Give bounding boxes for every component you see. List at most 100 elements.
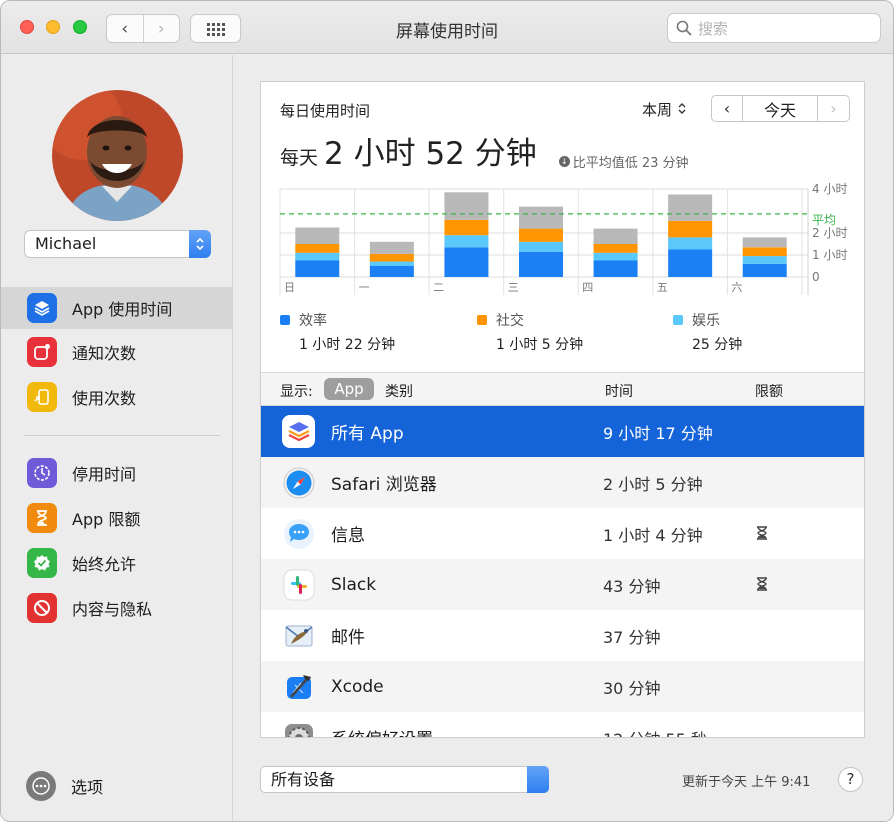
table-row[interactable]: 系统偏好设置 12 分钟 55 秒: [261, 712, 864, 738]
y-tick-label: 2 小时: [812, 226, 847, 240]
app-name: 系统偏好设置: [331, 725, 433, 737]
column-limit[interactable]: 限额: [755, 381, 783, 401]
comparison-text: 比平均值低 23 分钟: [572, 156, 689, 171]
bar-segment: [668, 237, 713, 250]
chevron-updown-icon: [527, 766, 549, 793]
period-select[interactable]: 本周: [642, 99, 687, 120]
system-preferences-icon: [282, 721, 315, 737]
bar-segment: [519, 241, 563, 252]
downtime-icon: [27, 458, 57, 488]
table-row[interactable]: 信息 1 小时 4 分钟: [261, 508, 864, 559]
arrow-down-circle-icon: ↓: [558, 156, 570, 167]
hourglass-icon: [757, 577, 767, 591]
average-value: 2 小时 52 分钟: [324, 136, 537, 172]
sidebar-item-content-privacy[interactable]: 内容与隐私: [1, 587, 232, 629]
hourglass-icon: [757, 526, 767, 540]
previous-week-button[interactable]: ‹: [711, 95, 743, 122]
table-row[interactable]: Safari 浏览器 2 小时 5 分钟: [261, 457, 864, 508]
legend-label: 效率: [299, 313, 327, 329]
x-tick-label: 二: [433, 281, 444, 294]
search-field[interactable]: 搜索: [667, 13, 881, 43]
bar-segment: [742, 247, 787, 257]
slack-icon: [282, 568, 315, 601]
daily-average: 每天 2 小时 52 分钟 ↓ 比平均值低 23 分钟: [280, 128, 689, 173]
table-row[interactable]: 邮件 37 分钟: [261, 610, 864, 661]
legend-item-entertainment: 娱乐: [673, 310, 720, 330]
bar-segment: [593, 260, 638, 277]
sidebar-item-label: App 限额: [72, 510, 141, 529]
bar-segment: [444, 219, 489, 236]
bar-segment: [593, 228, 638, 244]
x-tick-label: 日: [284, 281, 295, 294]
bar-segment: [295, 252, 340, 261]
options-label: 选项: [71, 778, 104, 797]
legend-label: 社交: [496, 313, 524, 329]
x-tick-label: 五: [657, 281, 668, 294]
app-name: 所有 App: [331, 424, 404, 444]
chevron-updown-icon: [189, 230, 211, 258]
bar-segment: [444, 247, 489, 277]
app-name: Xcode: [331, 676, 384, 697]
bar-segment: [593, 244, 638, 253]
x-tick-label: 三: [508, 281, 519, 294]
column-time[interactable]: 时间: [605, 381, 633, 401]
sidebar-item-notifications[interactable]: 通知次数: [1, 331, 232, 373]
sidebar-item-label: 通知次数: [72, 344, 137, 363]
bar-segment: [742, 263, 787, 277]
chevron-updown-icon: [678, 103, 686, 114]
sidebar-item-label: 始终允许: [72, 555, 137, 574]
app-time: 1 小时 4 分钟: [603, 525, 703, 545]
y-tick-label: 0: [812, 270, 820, 284]
legend-item-productivity: 效率: [280, 310, 327, 330]
bar-segment: [519, 228, 563, 242]
screen-time-window: ‹ › 屏幕使用时间 搜索 Michael App 使用时间 通知次数 使用次数…: [0, 0, 894, 822]
sidebar-item-app-usage[interactable]: App 使用时间: [1, 287, 232, 329]
date-navigator: ‹ 今天 ›: [711, 95, 850, 122]
segment-category[interactable]: 类别: [385, 381, 413, 401]
sidebar-item-pickups[interactable]: 使用次数: [1, 376, 232, 418]
main-content: 每日使用时间 本周 ‹ 今天 › 每天 2 小时 52 分钟 ↓ 比平均值低 2…: [234, 55, 893, 821]
table-row[interactable]: Slack 43 分钟: [261, 559, 864, 610]
period-label: 本周: [642, 101, 673, 119]
all-apps-icon: [282, 415, 315, 448]
user-select[interactable]: Michael: [24, 230, 211, 258]
notification-icon: [27, 337, 57, 367]
table-row[interactable]: 所有 App 9 小时 17 分钟: [261, 406, 864, 457]
last-updated: 更新于今天 上午 9:41: [682, 775, 811, 790]
bar-segment: [668, 194, 713, 221]
check-badge-icon: [27, 548, 57, 578]
app-name: Slack: [331, 574, 377, 595]
table-row[interactable]: Xcode 30 分钟: [261, 661, 864, 712]
device-label: 所有设备: [271, 770, 336, 789]
bar-segment: [519, 251, 563, 277]
legend-swatch: [477, 315, 487, 325]
show-label: 显示:: [280, 384, 313, 400]
messages-icon: [282, 517, 315, 550]
y-tick-label: 平均: [812, 213, 836, 227]
app-time: 43 分钟: [603, 576, 661, 596]
sidebar-item-app-limits[interactable]: App 限额: [1, 497, 232, 539]
device-select[interactable]: 所有设备: [260, 766, 549, 793]
today-button[interactable]: 今天: [743, 95, 818, 122]
bar-segment: [668, 249, 713, 277]
sidebar-divider: [24, 435, 220, 436]
average-comparison: ↓ 比平均值低 23 分钟: [558, 152, 689, 171]
sidebar-item-downtime[interactable]: 停用时间: [1, 452, 232, 494]
x-tick-label: 六: [731, 281, 742, 294]
options-button[interactable]: 选项: [26, 771, 103, 801]
legend-swatch: [280, 315, 290, 325]
next-week-button[interactable]: ›: [818, 95, 850, 122]
app-time: 2 小时 5 分钟: [603, 474, 703, 494]
app-time: 30 分钟: [603, 678, 661, 698]
help-button[interactable]: ?: [838, 767, 863, 792]
x-tick-label: 一: [359, 281, 370, 294]
legend-label: 娱乐: [692, 313, 720, 329]
bar-segment: [369, 253, 414, 262]
layers-icon: [27, 293, 57, 323]
y-tick-label: 4 小时: [812, 182, 847, 196]
sidebar-item-always-allowed[interactable]: 始终允许: [1, 542, 232, 584]
app-time: 12 分钟 55 秒: [603, 726, 707, 738]
segment-app[interactable]: App: [324, 378, 374, 400]
y-tick-label: 1 小时: [812, 248, 847, 262]
sidebar-item-label: 使用次数: [72, 389, 137, 408]
